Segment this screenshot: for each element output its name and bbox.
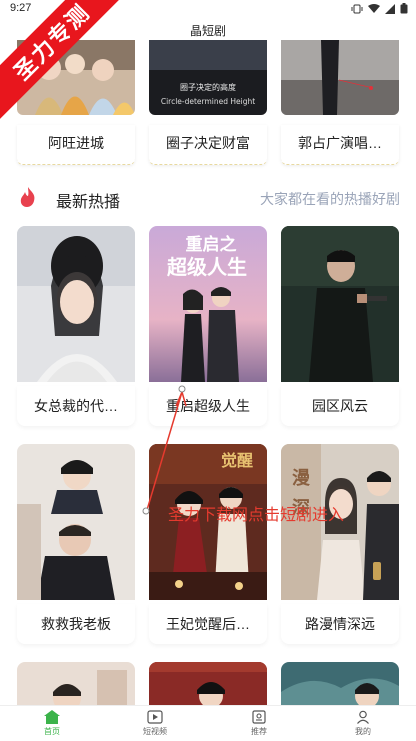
drama-poster[interactable] [17, 444, 135, 600]
drama-poster[interactable] [149, 662, 267, 705]
drama-title: 园区风云 [281, 386, 399, 426]
home-icon [44, 710, 60, 724]
section-subtitle[interactable]: 大家都在看的热播好剧 [260, 189, 400, 209]
drama-title: 圈子决定财富 [149, 125, 267, 165]
drama-title: 路漫情深远 [281, 604, 399, 644]
nav-label: 推荐 [251, 727, 267, 736]
video-icon [147, 710, 163, 724]
svg-text:重启之: 重启之 [186, 234, 237, 255]
drama-title: 郭占广演唱… [281, 125, 399, 165]
battery-icon [400, 3, 408, 14]
drama-title: 女总裁的代… [17, 386, 135, 426]
nav-home[interactable]: 首页 [22, 710, 82, 737]
nav-recommend[interactable]: 推荐 [229, 710, 289, 737]
thumb-caption: 圈子决定的高度 [180, 82, 236, 92]
drama-title: 救救我老板 [17, 604, 135, 644]
user-icon [357, 710, 369, 724]
annotation-text: 圣力下载网点击短剧进入 [168, 507, 345, 524]
nav-label: 短视频 [143, 727, 167, 736]
drama-title: 阿旺进城 [17, 125, 135, 165]
signal-icon [385, 3, 395, 14]
drama-poster[interactable] [281, 662, 399, 705]
recommend-icon [252, 710, 266, 724]
section-header: 最新热播 大家都在看的热播好剧 [0, 180, 416, 214]
drama-title: 重启超级人生 [149, 386, 267, 426]
nav-label: 我的 [355, 727, 371, 736]
thumb-subcaption: Circle-determined Height [161, 97, 255, 106]
poster-calligraphy: 漫 [292, 468, 311, 489]
status-icons [351, 3, 408, 14]
nav-short-video[interactable]: 短视频 [125, 710, 185, 737]
nav-profile[interactable]: 我的 [333, 710, 393, 737]
svg-text:觉醒: 觉醒 [221, 451, 253, 470]
drama-poster[interactable] [281, 226, 399, 382]
drama-poster[interactable] [17, 226, 135, 382]
section-title: 最新热播 [56, 194, 121, 211]
wifi-icon [368, 3, 380, 13]
flame-icon [20, 187, 35, 207]
drama-poster[interactable] [17, 662, 135, 705]
vibrate-icon [351, 4, 363, 13]
drama-thumbnail[interactable]: 圈子决定的高度 Circle-determined Height [149, 40, 267, 115]
nav-label: 首页 [44, 727, 60, 736]
status-time: 9:27 [10, 2, 32, 14]
bottom-nav: 首页 短视频 推荐 我的 [0, 705, 416, 741]
drama-thumbnail[interactable] [281, 40, 399, 115]
drama-title: 王妃觉醒后… [149, 604, 267, 644]
svg-text:超级人生: 超级人生 [166, 255, 247, 279]
drama-poster[interactable]: 重启之 超级人生 [149, 226, 267, 382]
